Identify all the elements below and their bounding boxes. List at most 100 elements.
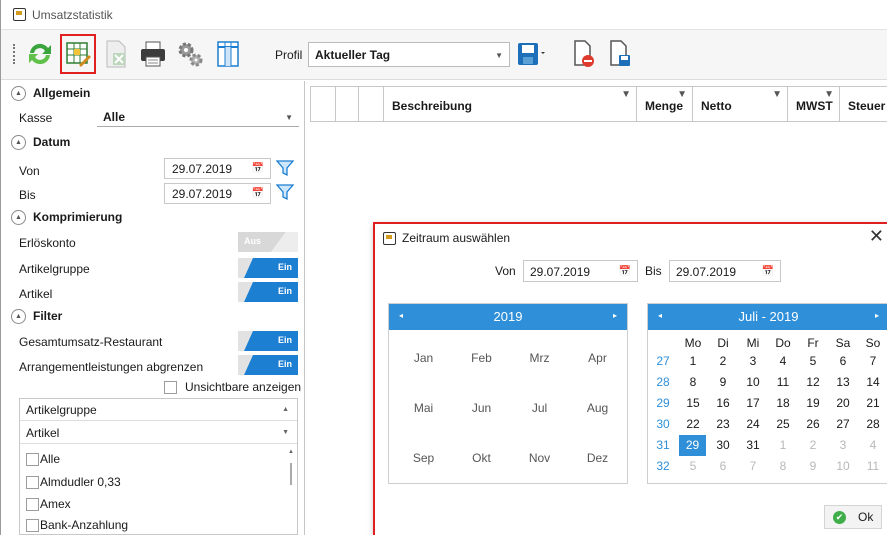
scroll-thumb[interactable] xyxy=(290,463,292,485)
day-cell[interactable]: 14 xyxy=(858,375,887,389)
day-cell[interactable]: 12 xyxy=(798,375,828,389)
day-cell[interactable]: 11 xyxy=(768,375,798,389)
day-cell[interactable]: 17 xyxy=(738,396,768,410)
month-cell[interactable]: Dez xyxy=(568,451,627,465)
filter-header-artikelgruppe[interactable]: Artikelgruppe ▲ xyxy=(20,399,297,421)
save-as-icon[interactable] xyxy=(603,35,637,73)
day-cell[interactable]: 13 xyxy=(828,375,858,389)
day-cell[interactable]: 4 xyxy=(858,438,887,452)
day-cell[interactable]: 19 xyxy=(798,396,828,410)
list-item[interactable]: Amex xyxy=(26,497,71,511)
day-cell[interactable]: 18 xyxy=(768,396,798,410)
day-cell[interactable]: 27 xyxy=(828,417,858,431)
filter-icon[interactable]: ▼ xyxy=(824,89,834,100)
next-month-icon[interactable]: ▸ xyxy=(875,311,879,320)
ok-button[interactable]: ✔ Ok xyxy=(824,505,882,529)
list-item[interactable]: Bank-Anzahlung xyxy=(26,518,128,532)
day-cell[interactable]: 24 xyxy=(738,417,768,431)
day-cell[interactable]: 1 xyxy=(768,438,798,452)
arrangement-toggle[interactable]: Ein xyxy=(238,355,298,375)
month-cell[interactable]: Jun xyxy=(452,401,511,415)
save-icon[interactable] xyxy=(513,35,547,73)
unsichtbare-checkbox[interactable]: Unsichtbare anzeigen xyxy=(164,380,301,394)
calendar-icon[interactable]: 📅 xyxy=(619,266,631,277)
day-cell[interactable]: 2 xyxy=(708,354,738,368)
collapse-icon[interactable]: ▲ xyxy=(11,308,26,324)
day-cell[interactable]: 15 xyxy=(678,396,708,410)
dialog-bis-input[interactable]: 29.07.2019 📅 xyxy=(669,260,781,282)
month-cell[interactable]: Feb xyxy=(452,351,511,365)
grid-col-blank[interactable] xyxy=(311,87,336,122)
section-datum[interactable]: ▲ Datum xyxy=(11,132,70,152)
grid-col-blank[interactable] xyxy=(359,87,384,122)
month-cell[interactable]: Mrz xyxy=(510,351,569,365)
calendar-icon[interactable]: 📅 xyxy=(252,188,264,199)
month-cell[interactable]: Sep xyxy=(394,451,453,465)
filter-icon[interactable]: ▼ xyxy=(621,89,631,100)
kasse-select[interactable]: Alle ▼ xyxy=(97,107,299,127)
toolbar-grip[interactable] xyxy=(13,44,15,64)
gesamtumsatz-toggle[interactable]: Ein xyxy=(238,331,298,351)
day-cell[interactable]: 25 xyxy=(768,417,798,431)
month-cell[interactable]: Okt xyxy=(452,451,511,465)
calendar-icon[interactable]: 📅 xyxy=(252,163,264,174)
section-komprimierung[interactable]: ▲ Komprimierung xyxy=(11,207,122,227)
month-cell[interactable]: Nov xyxy=(510,451,569,465)
day-cell[interactable]: 1 xyxy=(678,354,708,368)
collapse-icon[interactable]: ▲ xyxy=(11,209,26,225)
month-cell[interactable]: Jul xyxy=(510,401,569,415)
dialog-von-input[interactable]: 29.07.2019 📅 xyxy=(523,260,638,282)
next-year-icon[interactable]: ▸ xyxy=(613,311,617,320)
funnel-icon[interactable] xyxy=(276,159,294,177)
day-cell[interactable]: 11 xyxy=(858,459,887,473)
filter-icon[interactable]: ▼ xyxy=(677,89,687,100)
month-cell[interactable]: Apr xyxy=(568,351,627,365)
day-cell[interactable]: 10 xyxy=(828,459,858,473)
day-cell[interactable]: 8 xyxy=(678,375,708,389)
artikelgruppe-toggle[interactable]: Ein xyxy=(238,258,298,278)
grid-col-blank[interactable] xyxy=(336,87,359,122)
month-cell[interactable]: Jan xyxy=(394,351,453,365)
day-cell[interactable]: 4 xyxy=(768,354,798,368)
filter-icon[interactable]: ▼ xyxy=(772,89,782,100)
checkbox[interactable] xyxy=(164,380,177,394)
list-item[interactable]: Almdudler 0,33 xyxy=(26,475,121,489)
day-cell[interactable]: 31 xyxy=(738,438,768,452)
prev-month-icon[interactable]: ◂ xyxy=(658,311,662,320)
refresh-icon[interactable] xyxy=(23,35,57,73)
day-cell[interactable]: 7 xyxy=(858,354,887,368)
day-cell[interactable]: 9 xyxy=(798,459,828,473)
day-cell[interactable]: 16 xyxy=(708,396,738,410)
grid-settings-icon[interactable] xyxy=(60,34,96,74)
section-allgemein[interactable]: ▲ Allgemein xyxy=(11,83,90,103)
filter-header-artikel[interactable]: Artikel ▼ xyxy=(20,422,297,444)
day-cell[interactable]: 26 xyxy=(798,417,828,431)
artikel-toggle[interactable]: Ein xyxy=(238,282,298,302)
print-icon[interactable] xyxy=(136,35,170,73)
day-cell[interactable]: 7 xyxy=(738,459,768,473)
grid-col-steuer[interactable]: Steuer xyxy=(840,87,887,122)
day-cell[interactable]: 22 xyxy=(678,417,708,431)
calendar-icon[interactable]: 📅 xyxy=(762,266,774,277)
day-cell[interactable]: 21 xyxy=(858,396,887,410)
bis-date-input[interactable]: 29.07.2019 📅 xyxy=(164,183,271,204)
day-cell[interactable]: 8 xyxy=(768,459,798,473)
day-cell[interactable]: 6 xyxy=(828,354,858,368)
collapse-icon[interactable]: ▲ xyxy=(11,134,26,150)
close-icon[interactable]: ✕ xyxy=(869,226,884,247)
grid-col-mwst[interactable]: MWST ▼ xyxy=(788,87,840,122)
gears-icon[interactable] xyxy=(173,35,207,73)
day-cell[interactable]: 23 xyxy=(708,417,738,431)
day-cell[interactable]: 3 xyxy=(828,438,858,452)
day-cell[interactable]: 29 xyxy=(679,435,706,456)
delete-profile-icon[interactable] xyxy=(567,35,601,73)
scroll-up-icon[interactable]: ▲ xyxy=(288,449,294,455)
list-scrollbar[interactable]: ▲ xyxy=(287,447,295,535)
prev-year-icon[interactable]: ◂ xyxy=(399,311,403,320)
day-cell[interactable]: 28 xyxy=(858,417,887,431)
grid-col-menge[interactable]: Menge ▼ xyxy=(637,87,693,122)
day-cell[interactable]: 5 xyxy=(798,354,828,368)
funnel-icon[interactable] xyxy=(276,183,294,201)
profil-select[interactable]: Aktueller Tag ▼ xyxy=(308,42,510,67)
day-cell[interactable]: 5 xyxy=(678,459,708,473)
